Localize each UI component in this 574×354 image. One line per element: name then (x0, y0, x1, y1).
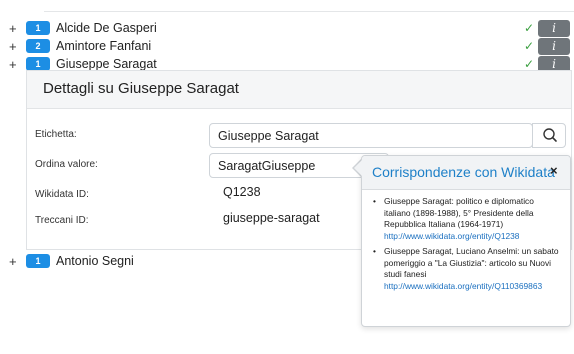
info-icon: i (552, 57, 556, 71)
search-button[interactable] (532, 123, 566, 148)
expand-icon[interactable]: + (9, 56, 17, 73)
match-link[interactable]: http://www.wikidata.org/entity/Q1238 (384, 231, 560, 243)
close-icon[interactable]: × (550, 163, 558, 178)
expand-icon[interactable]: + (9, 253, 17, 270)
person-name: Amintore Fanfani (56, 39, 152, 53)
wikidata-field-label: Wikidata ID: (35, 189, 89, 200)
expand-icon[interactable]: + (9, 38, 17, 55)
info-icon: i (552, 21, 556, 35)
count-badge: 2 (26, 39, 50, 53)
divider (44, 11, 574, 12)
popover-arrow-fill (354, 160, 362, 176)
match-link[interactable]: http://www.wikidata.org/entity/Q11036986… (384, 281, 560, 293)
treccani-value: giuseppe-saragat (223, 211, 320, 225)
label-field-label: Etichetta: (35, 129, 77, 140)
person-name: Alcide De Gasperi (56, 21, 157, 35)
info-button[interactable]: i (538, 20, 570, 37)
count-badge: 1 (26, 21, 50, 35)
sort-field-label: Ordina valore: (35, 159, 98, 170)
wikidata-popover: Corrispondenze con Wikidata × • Giuseppe… (361, 155, 571, 327)
detail-header: Dettagli su Giuseppe Saragat (27, 71, 571, 109)
list-item: + 1 Alcide De Gasperi ✓ i (0, 20, 574, 37)
count-badge: 1 (26, 254, 50, 268)
treccani-field-label: Treccani ID: (35, 215, 89, 226)
info-button[interactable]: i (538, 38, 570, 55)
list-item: • Giuseppe Saragat: politico e diplomati… (370, 196, 560, 242)
list-item: + 2 Amintore Fanfani ✓ i (0, 38, 574, 55)
popover-body: • Giuseppe Saragat: politico e diplomati… (362, 190, 570, 296)
check-icon: ✓ (524, 21, 535, 35)
popover-title: Corrispondenze con Wikidata (372, 164, 555, 180)
page: + 1 Alcide De Gasperi ✓ i + 2 Amintore F… (0, 0, 574, 354)
match-description: Giuseppe Saragat: politico e diplomatico… (384, 196, 534, 229)
info-icon: i (552, 39, 556, 53)
match-description: Giuseppe Saragat, Luciano Anselmi: un sa… (384, 246, 559, 279)
bullet-icon: • (373, 196, 376, 206)
list-item: • Giuseppe Saragat, Luciano Anselmi: un … (370, 246, 560, 292)
detail-title: Dettagli su Giuseppe Saragat (43, 80, 239, 97)
search-icon (543, 128, 557, 142)
wikidata-value: Q1238 (223, 185, 261, 199)
popover-header: Corrispondenze con Wikidata × (362, 156, 570, 190)
check-icon: ✓ (524, 39, 535, 53)
person-name: Antonio Segni (56, 254, 134, 268)
label-input[interactable] (209, 123, 533, 148)
expand-icon[interactable]: + (9, 20, 17, 37)
count-badge: 1 (26, 57, 50, 71)
bullet-icon: • (373, 246, 376, 256)
